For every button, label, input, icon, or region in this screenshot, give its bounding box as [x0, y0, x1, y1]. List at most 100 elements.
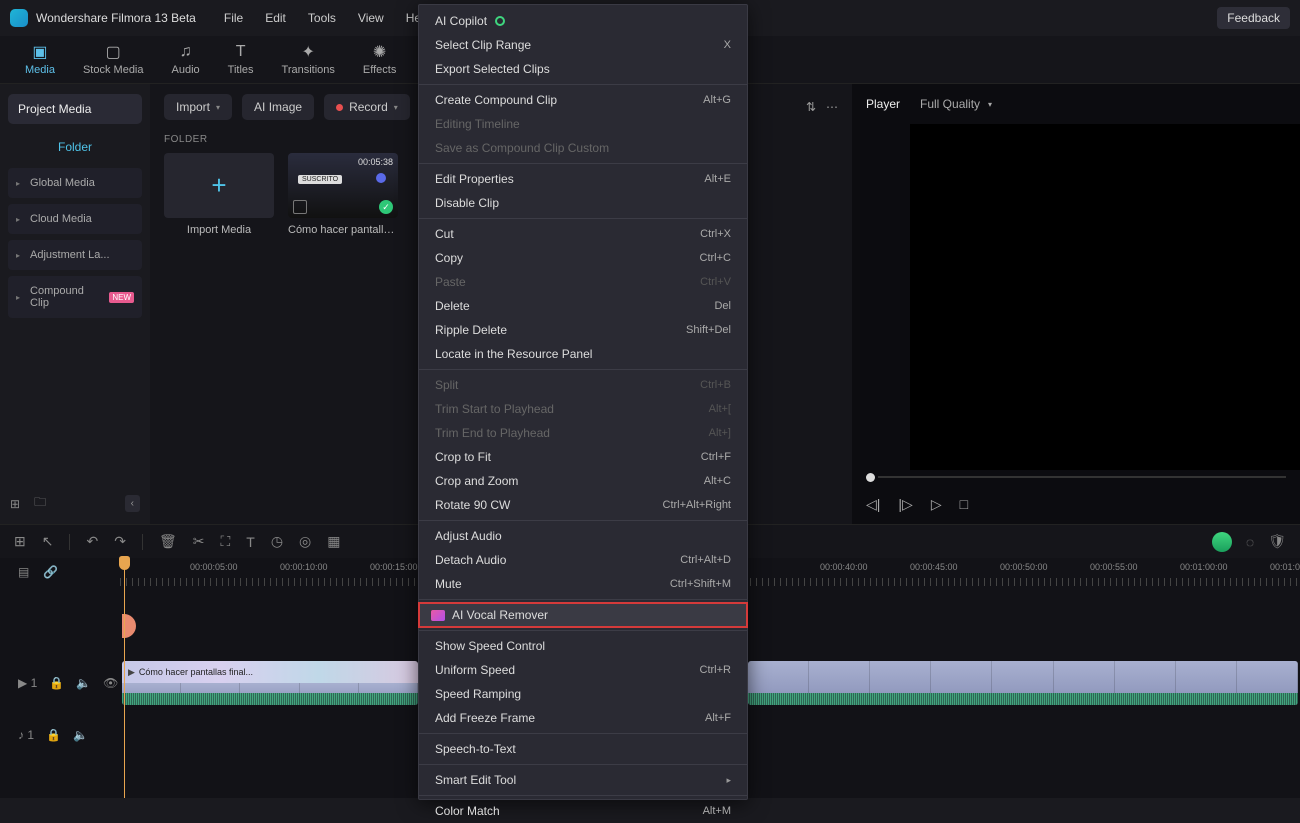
- ctx-copy[interactable]: CopyCtrl+C: [419, 246, 747, 270]
- ctx-adjust-audio[interactable]: Adjust Audio: [419, 524, 747, 548]
- visibility-icon[interactable]: 👁: [103, 676, 118, 690]
- ctx-detach-audio[interactable]: Detach AudioCtrl+Alt+D: [419, 548, 747, 572]
- ctx-crop-zoom[interactable]: Crop and ZoomAlt+C: [419, 469, 747, 493]
- adjust-button[interactable]: ▦: [327, 533, 340, 550]
- ctx-disable-clip[interactable]: Disable Clip: [419, 191, 747, 215]
- ctx-speech-to-text[interactable]: Speech-to-Text: [419, 737, 747, 761]
- ctx-mute[interactable]: MuteCtrl+Shift+M: [419, 572, 747, 596]
- collapse-sidebar-button[interactable]: ‹: [125, 495, 140, 512]
- ctx-shortcut: Alt+F: [705, 712, 731, 724]
- ctx-shortcut: Alt+C: [704, 475, 731, 487]
- grid-icon[interactable]: ⊞: [14, 533, 26, 550]
- ctx-uniform-speed[interactable]: Uniform SpeedCtrl+R: [419, 658, 747, 682]
- nav-stock[interactable]: ▢Stock Media: [83, 43, 144, 76]
- cut-button[interactable]: ✂: [193, 533, 205, 550]
- menu-view[interactable]: View: [358, 11, 384, 25]
- ctx-speed-ramping[interactable]: Speed Ramping: [419, 682, 747, 706]
- nav-transitions[interactable]: ✦Transitions: [282, 43, 335, 76]
- new-folder-icon[interactable]: ⊞: [10, 497, 20, 511]
- more-icon[interactable]: ⋯: [826, 100, 838, 114]
- chevron-down-icon: ▾: [988, 100, 992, 109]
- menu-tools[interactable]: Tools: [308, 11, 336, 25]
- ctx-split: SplitCtrl+B: [419, 373, 747, 397]
- player-tab[interactable]: Player: [866, 97, 900, 111]
- titles-icon: T: [232, 43, 250, 61]
- sidebar-item-adjustment[interactable]: ▸Adjustment La...: [8, 240, 142, 270]
- mute-icon[interactable]: 🔈: [76, 676, 91, 690]
- ctx-locate[interactable]: Locate in the Resource Panel: [419, 342, 747, 366]
- sidebar-item-cloud[interactable]: ▸Cloud Media: [8, 204, 142, 234]
- toolbar-right: ⇅ ⋯: [806, 100, 838, 114]
- undo-button[interactable]: ↶: [86, 533, 98, 550]
- ai-avatar-icon[interactable]: [1212, 532, 1232, 552]
- crop-button[interactable]: ⛶: [220, 533, 230, 550]
- filter-icon[interactable]: ⇅: [806, 100, 816, 114]
- scrub-handle-icon[interactable]: [866, 473, 875, 482]
- nav-effects[interactable]: ✺Effects: [363, 43, 396, 76]
- render-icon[interactable]: ◌: [1246, 534, 1254, 550]
- import-button[interactable]: Import▾: [164, 94, 232, 120]
- speed-button[interactable]: ◷: [271, 533, 283, 550]
- nav-audio[interactable]: ♫Audio: [172, 43, 200, 76]
- ai-image-button[interactable]: AI Image: [242, 94, 314, 120]
- ctx-select-range[interactable]: Select Clip RangeX: [419, 33, 747, 57]
- sidebar-tab-project[interactable]: Project Media: [8, 94, 142, 124]
- media-clip-tile[interactable]: 00:05:38 SUSCRITO ✓ Cómo hacer pantallas…: [288, 153, 398, 236]
- next-frame-button[interactable]: |▷: [898, 496, 912, 513]
- ctx-crop-fit[interactable]: Crop to FitCtrl+F: [419, 445, 747, 469]
- import-media-tile[interactable]: + Import Media: [164, 153, 274, 236]
- player-quality-select[interactable]: Full Quality▾: [920, 97, 992, 111]
- pointer-icon[interactable]: ↖: [42, 533, 54, 550]
- record-button[interactable]: Record▾: [324, 94, 410, 120]
- video-clip[interactable]: [748, 661, 1298, 705]
- player-viewport[interactable]: [910, 124, 1300, 470]
- ctx-smart-edit[interactable]: Smart Edit Tool▸: [419, 768, 747, 792]
- add-to-timeline-icon[interactable]: [293, 200, 307, 214]
- ctx-create-compound[interactable]: Create Compound ClipAlt+G: [419, 88, 747, 112]
- player-scrubber[interactable]: [852, 470, 1300, 484]
- lock-icon[interactable]: 🔒: [49, 676, 64, 690]
- video-clip[interactable]: ▶ Cómo hacer pantallas final...: [122, 661, 418, 705]
- ctx-add-freeze[interactable]: Add Freeze FrameAlt+F: [419, 706, 747, 730]
- timeline-view-icon[interactable]: ▤: [18, 565, 29, 579]
- link-icon[interactable]: 🔗: [43, 565, 58, 579]
- chevron-down-icon: ▾: [394, 103, 398, 112]
- prev-frame-button[interactable]: ◁|: [866, 496, 880, 513]
- text-button[interactable]: T: [246, 534, 255, 550]
- ctx-ai-copilot[interactable]: AI Copilot: [419, 9, 747, 33]
- ctx-shortcut: Ctrl+Alt+Right: [663, 499, 731, 511]
- feedback-button[interactable]: Feedback: [1217, 7, 1290, 29]
- stop-button[interactable]: □: [960, 496, 968, 512]
- effects-icon: ✺: [371, 43, 389, 61]
- mute-icon[interactable]: 🔈: [73, 728, 88, 742]
- marker-icon[interactable]: 🛡: [1268, 533, 1286, 550]
- ctx-export-selected[interactable]: Export Selected Clips: [419, 57, 747, 81]
- nav-titles[interactable]: T Titles: [228, 43, 254, 76]
- playhead[interactable]: [124, 558, 125, 798]
- sidebar-item-global[interactable]: ▸Global Media: [8, 168, 142, 198]
- play-button[interactable]: ▷: [931, 496, 942, 513]
- nav-media-label: Media: [25, 64, 55, 76]
- ctx-shortcut: Ctrl+Alt+D: [680, 554, 731, 566]
- folder-icon[interactable]: 🗀: [34, 493, 46, 514]
- nav-titles-label: Titles: [228, 64, 254, 76]
- ctx-ai-vocal-remover[interactable]: AI Vocal Remover: [419, 603, 747, 627]
- ctx-edit-properties[interactable]: Edit PropertiesAlt+E: [419, 167, 747, 191]
- color-button[interactable]: ◎: [299, 533, 311, 550]
- sidebar-folder-label[interactable]: Folder: [8, 132, 142, 168]
- menu-file[interactable]: File: [224, 11, 243, 25]
- delete-button[interactable]: 🗑: [159, 533, 177, 550]
- redo-button[interactable]: ↷: [114, 533, 126, 550]
- ctx-label: Trim End to Playhead: [435, 426, 550, 440]
- ctx-cut[interactable]: CutCtrl+X: [419, 222, 747, 246]
- ctx-delete[interactable]: DeleteDel: [419, 294, 747, 318]
- nav-media[interactable]: ▣Media: [25, 43, 55, 76]
- menu-edit[interactable]: Edit: [265, 11, 286, 25]
- video-track-head: ▶ 1 🔒 🔈 👁: [0, 676, 120, 690]
- ctx-show-speed[interactable]: Show Speed Control: [419, 634, 747, 658]
- ctx-color-match[interactable]: Color MatchAlt+M: [419, 799, 747, 823]
- ctx-rotate[interactable]: Rotate 90 CWCtrl+Alt+Right: [419, 493, 747, 517]
- ctx-ripple-delete[interactable]: Ripple DeleteShift+Del: [419, 318, 747, 342]
- sidebar-item-compound[interactable]: ▸Compound ClipNEW: [8, 276, 142, 318]
- lock-icon[interactable]: 🔒: [46, 728, 61, 742]
